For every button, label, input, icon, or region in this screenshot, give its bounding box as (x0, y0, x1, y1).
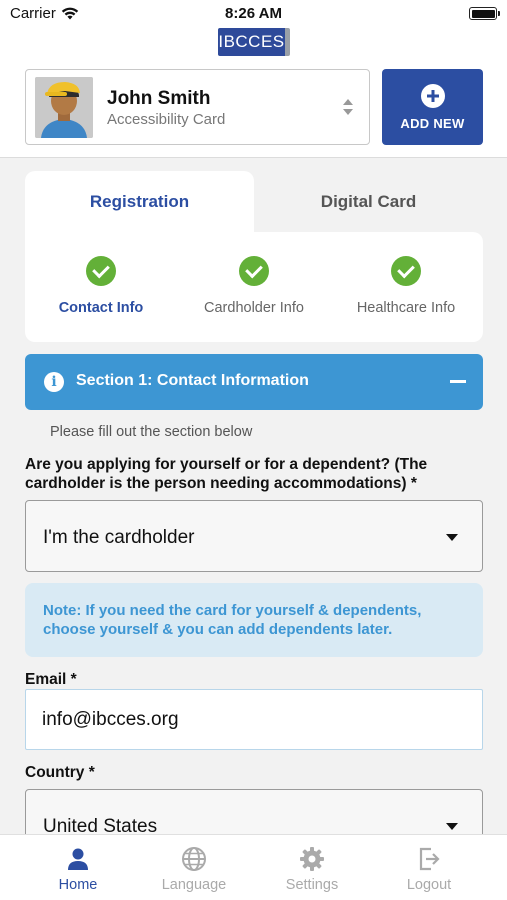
nav-logout[interactable]: Logout (366, 835, 492, 900)
nav-label: Home (58, 877, 98, 893)
applicant-type-select[interactable]: I'm the cardholder (25, 500, 483, 572)
tab-registration[interactable]: Registration (25, 171, 254, 233)
step-label: Contact Info (58, 300, 144, 316)
section-hint: Please fill out the section below (50, 424, 253, 440)
gear-icon (300, 847, 324, 871)
info-icon: i (44, 372, 64, 392)
chevron-down-icon (446, 534, 458, 541)
section-title: Section 1: Contact Information (76, 372, 309, 389)
nav-label: Logout (406, 877, 452, 893)
applicant-question-label: Are you applying for yourself or for a d… (25, 456, 428, 492)
avatar (35, 77, 93, 138)
user-selector[interactable]: John Smith Accessibility Card (25, 69, 370, 145)
avatar-person-icon (35, 77, 93, 138)
check-icon (239, 256, 269, 286)
step-contact-info[interactable]: Contact Info (25, 256, 177, 316)
country-label: Country * (25, 764, 95, 781)
card-type-label: Accessibility Card (107, 111, 226, 128)
tab-digital-card[interactable]: Digital Card (254, 171, 483, 233)
section-header-contact-information[interactable]: i Section 1: Contact Information (25, 354, 483, 410)
dependents-note: Note: If you need the card for yourself … (25, 583, 483, 657)
email-label: Email * (25, 671, 77, 688)
logout-icon (419, 847, 440, 871)
add-new-label: ADD NEW (400, 115, 465, 131)
status-time: 8:26 AM (225, 5, 282, 22)
step-label: Healthcare Info (356, 300, 456, 316)
collapse-minus-icon[interactable] (450, 380, 466, 383)
globe-icon (182, 847, 206, 871)
step-label: Cardholder Info (204, 300, 304, 316)
plus-circle-icon (420, 83, 445, 108)
chevron-down-icon (446, 823, 458, 830)
check-icon (86, 256, 116, 286)
nav-label: Language (161, 877, 227, 893)
header: IBCCES John Smith Accessibility Card ADD… (0, 28, 507, 158)
battery-icon (469, 7, 500, 20)
applicant-type-value: I'm the cardholder (43, 527, 195, 548)
sort-arrows-icon (343, 99, 353, 115)
email-field[interactable] (25, 689, 483, 750)
nav-home[interactable]: Home (15, 835, 141, 900)
tab-bar-top: Registration Digital Card (25, 171, 483, 233)
add-new-button[interactable]: ADD NEW (382, 69, 483, 145)
nav-language[interactable]: Language (131, 835, 257, 900)
step-cardholder-info[interactable]: Cardholder Info (178, 256, 330, 316)
step-healthcare-info[interactable]: Healthcare Info (330, 256, 482, 316)
person-icon (68, 848, 88, 870)
user-name: John Smith (107, 88, 211, 109)
status-bar: Carrier 8:26 AM (0, 0, 507, 28)
nav-label: Settings (285, 877, 339, 893)
check-icon (391, 256, 421, 286)
nav-settings[interactable]: Settings (249, 835, 375, 900)
progress-steps: Contact Info Cardholder Info Healthcare … (25, 232, 483, 342)
bottom-nav: Home Language Settings Logout (0, 834, 507, 900)
ibcces-logo: IBCCES (218, 28, 290, 56)
